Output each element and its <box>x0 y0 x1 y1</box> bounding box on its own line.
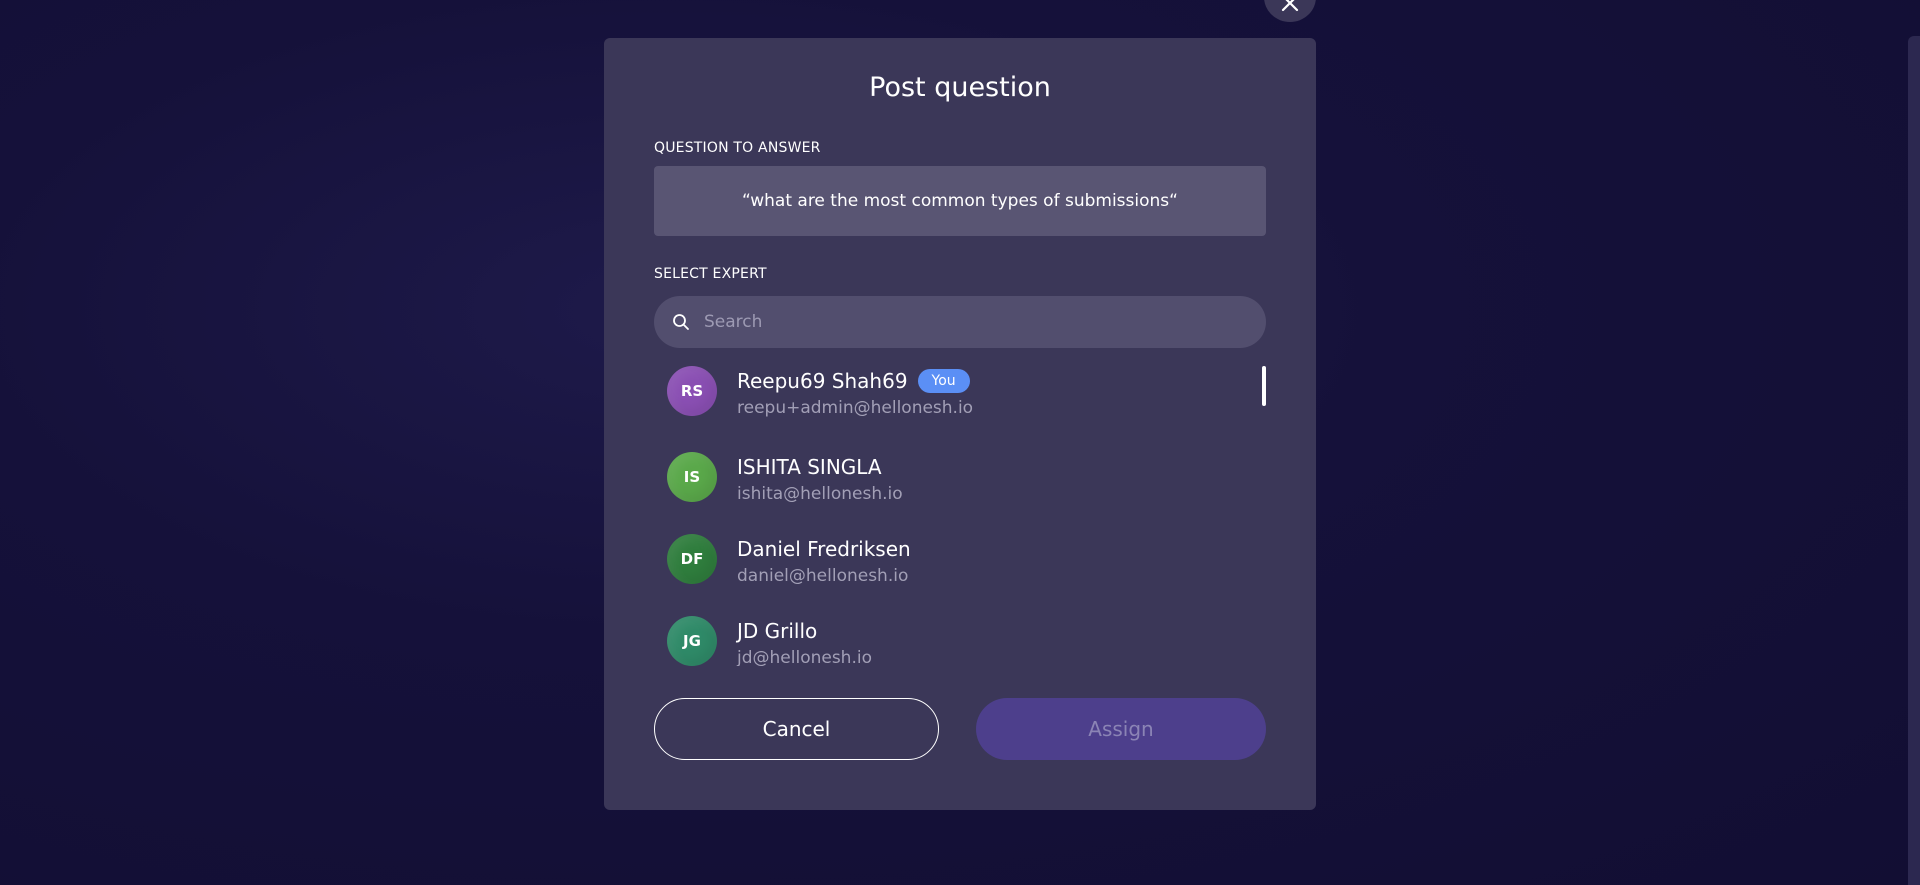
close-icon <box>1281 0 1299 12</box>
expert-item-ishita[interactable]: IS ISHITA SINGLA ishita@hellonesh.io <box>667 452 903 504</box>
assign-button[interactable]: Assign <box>976 698 1266 760</box>
select-expert-label: SELECT EXPERT <box>654 266 767 282</box>
search-input[interactable] <box>702 311 1246 333</box>
expert-name: Reepu69 Shah69 <box>737 369 908 393</box>
expert-name: Daniel Fredriksen <box>737 537 911 561</box>
avatar: RS <box>667 366 717 416</box>
cancel-button[interactable]: Cancel <box>654 698 939 760</box>
question-label: QUESTION TO ANSWER <box>654 140 821 156</box>
post-question-modal: Post question QUESTION TO ANSWER “what a… <box>604 38 1316 810</box>
question-text: “what are the most common types of submi… <box>654 166 1266 236</box>
expert-name: ISHITA SINGLA <box>737 455 882 479</box>
page-scrollbar[interactable] <box>1908 36 1920 885</box>
modal-title: Post question <box>869 72 1051 103</box>
expert-item-reepu[interactable]: RS Reepu69 Shah69 You reepu+admin@hellon… <box>667 366 973 418</box>
expert-email: reepu+admin@hellonesh.io <box>737 398 974 418</box>
search-icon <box>673 314 689 330</box>
search-field[interactable] <box>654 296 1266 348</box>
expert-list[interactable]: RS Reepu69 Shah69 You reepu+admin@hellon… <box>654 366 1266 666</box>
avatar: DF <box>667 534 717 584</box>
close-button[interactable] <box>1264 0 1316 22</box>
expert-email: daniel@hellonesh.io <box>737 566 909 586</box>
expert-list-scrollbar[interactable] <box>1262 366 1266 406</box>
avatar: IS <box>667 452 717 502</box>
avatar: JG <box>667 616 717 666</box>
expert-email: ishita@hellonesh.io <box>737 484 903 504</box>
expert-item-daniel[interactable]: DF Daniel Fredriksen daniel@hellonesh.io <box>667 534 911 586</box>
expert-item-jd[interactable]: JG JD Grillo jd@hellonesh.io <box>667 616 872 666</box>
expert-email: jd@hellonesh.io <box>737 648 872 666</box>
you-badge: You <box>917 369 970 393</box>
expert-name: JD Grillo <box>737 619 818 643</box>
